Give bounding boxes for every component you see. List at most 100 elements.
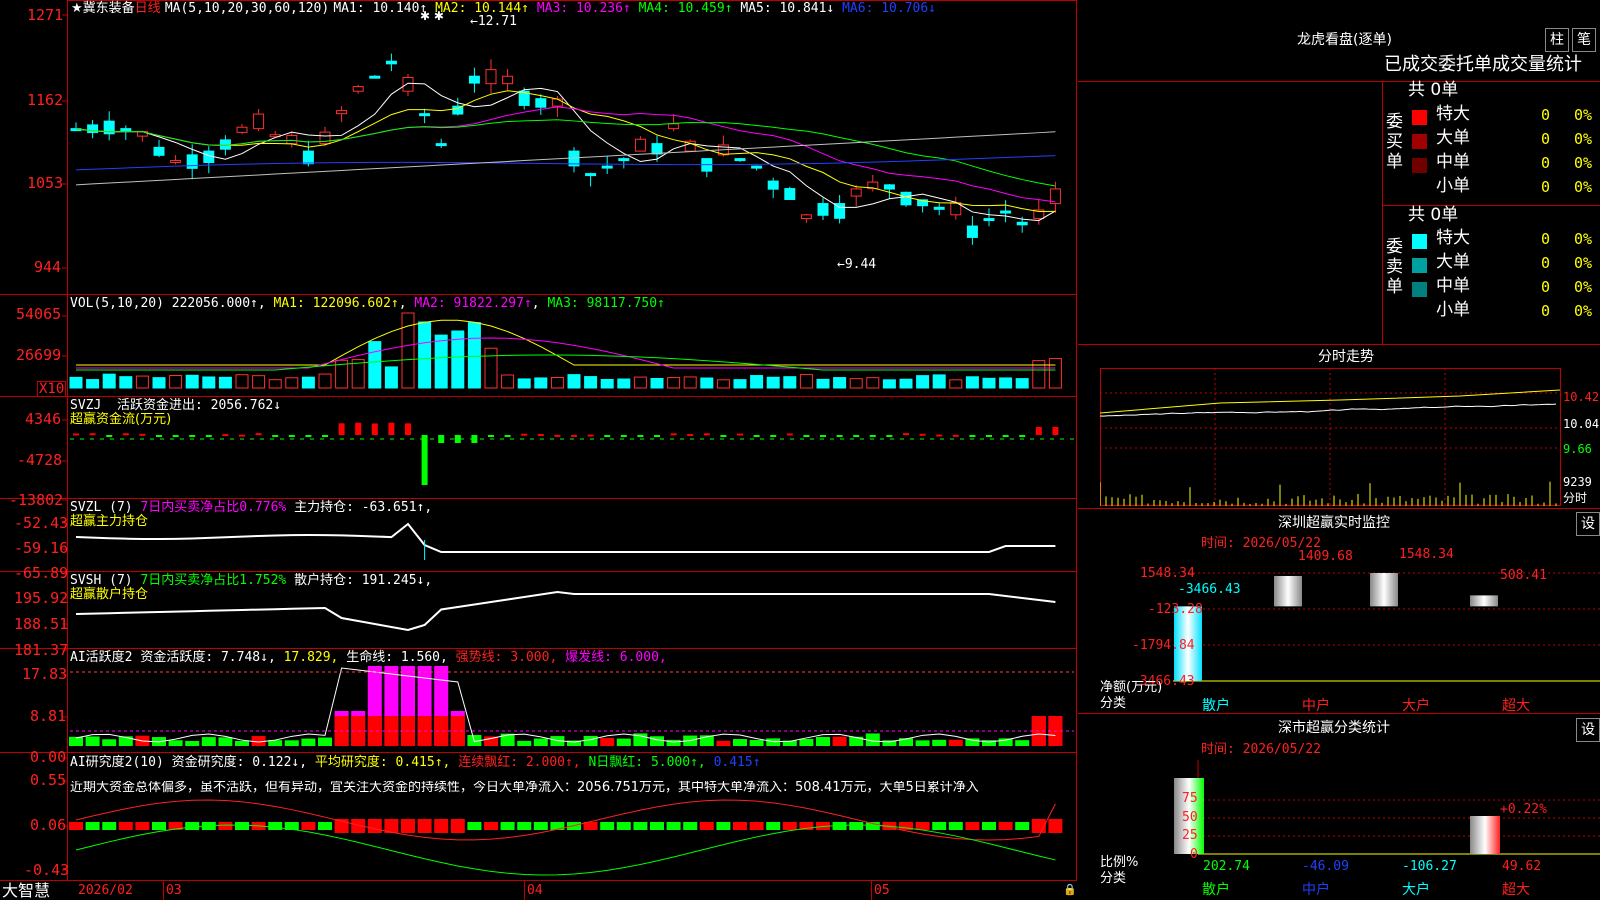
candle[interactable] [634, 136, 646, 152]
volume-bar [899, 378, 913, 389]
candle[interactable] [419, 108, 431, 124]
candle[interactable] [103, 111, 115, 141]
candle[interactable] [817, 198, 829, 220]
candle[interactable] [336, 106, 348, 123]
candle[interactable] [618, 157, 630, 169]
research-bar [616, 822, 631, 830]
intraday-price-line [1100, 403, 1557, 417]
candle[interactable] [352, 85, 364, 94]
candle[interactable] [751, 165, 763, 171]
svzj-bar [338, 423, 345, 435]
research-bar [301, 822, 316, 830]
candle[interactable] [668, 114, 680, 132]
buy-row-pct: 0% [1574, 106, 1593, 124]
research-bar [102, 822, 117, 830]
active-bar [318, 737, 332, 746]
sz-class-category: 中户 [1302, 882, 1330, 898]
candle[interactable] [485, 59, 497, 94]
candle[interactable] [701, 158, 713, 178]
research-bar [666, 822, 681, 830]
candle[interactable] [286, 131, 298, 148]
y-tick-svzj-3: -13802 [9, 491, 64, 509]
period-label[interactable]: 日线 [135, 1, 161, 16]
candle[interactable] [468, 67, 480, 93]
candle[interactable] [800, 213, 812, 224]
candle[interactable] [236, 124, 248, 135]
vol-ma-line [76, 337, 1056, 369]
research-line [75, 824, 1056, 876]
candle[interactable] [684, 139, 696, 152]
svzj-bar [189, 435, 196, 437]
buy-row-label: 大单 [1436, 128, 1470, 148]
svzj-bar [139, 433, 146, 436]
candle[interactable] [502, 69, 514, 90]
lock-icon[interactable]: 🔒 [1063, 884, 1077, 895]
candle[interactable] [535, 94, 547, 115]
candle[interactable] [850, 185, 862, 207]
research-bar [517, 822, 532, 830]
ai-active-bars [69, 666, 1063, 746]
volume-bar [86, 379, 100, 389]
candle[interactable] [585, 172, 597, 187]
candle[interactable] [203, 146, 215, 174]
candle[interactable] [767, 177, 779, 199]
svzj-bar [1035, 427, 1042, 435]
candle[interactable] [253, 109, 265, 132]
candle[interactable] [568, 147, 580, 173]
svzj-bar [122, 433, 129, 436]
research-bar [849, 822, 864, 830]
candle[interactable] [120, 125, 132, 141]
research-bar [118, 822, 133, 830]
tick-mode-button[interactable]: 笔 [1572, 28, 1596, 52]
candle[interactable] [153, 139, 165, 158]
candle[interactable] [435, 138, 447, 149]
candle[interactable] [834, 195, 846, 224]
candle[interactable] [950, 196, 962, 220]
volume-bar [982, 377, 996, 389]
ma-line-4 [75, 119, 1056, 187]
volume-bar [750, 375, 764, 389]
research-bar [533, 822, 548, 830]
research-bar [185, 822, 200, 830]
svzj-bar [836, 435, 843, 437]
sell-row-pct: 0% [1574, 302, 1593, 320]
research-bar [218, 822, 233, 830]
low-price-label: ←9.44 [837, 257, 877, 272]
candle[interactable] [983, 208, 995, 227]
candle[interactable] [784, 186, 796, 200]
y-tick-active-3: 0.00 [30, 748, 67, 766]
volume-bar [550, 376, 564, 389]
sz-monitor-ylabel: 净额(万元) [1100, 680, 1163, 695]
volume-bar [534, 377, 548, 389]
star-icon[interactable]: ★ [71, 1, 83, 16]
intraday-chart[interactable] [1100, 368, 1600, 506]
sz-class-settings-button[interactable]: 设 [1576, 718, 1600, 742]
y-tick-svsh-1: 195.92 [14, 589, 69, 607]
candle[interactable] [900, 191, 912, 207]
sz-class-ytick-1: 75 [1182, 791, 1198, 806]
candle[interactable] [385, 53, 397, 72]
volume-bar [484, 347, 498, 389]
candle[interactable] [734, 158, 746, 162]
sell-total: 共 0单 [1408, 205, 1459, 225]
candle[interactable] [369, 75, 381, 79]
candle[interactable] [933, 203, 945, 216]
candle[interactable] [170, 155, 182, 165]
y-tick-research-3: -0.43 [24, 861, 70, 879]
candle[interactable] [651, 135, 663, 162]
candle[interactable] [1000, 200, 1012, 223]
sz-monitor-settings-button[interactable]: 设 [1576, 512, 1600, 536]
sz-class-chart [1174, 760, 1600, 855]
research-bar [417, 819, 432, 833]
candle[interactable] [87, 119, 99, 139]
candle[interactable] [966, 215, 978, 245]
candle[interactable] [601, 156, 613, 175]
buy-row-label: 小单 [1436, 176, 1470, 196]
research-avg-line [75, 799, 1056, 841]
svzj-bar [670, 433, 677, 436]
y-tick-active-1: 17.83 [22, 665, 68, 683]
bar-mode-button[interactable]: 柱 [1545, 28, 1569, 52]
sz-class-xlabel: 分类 [1100, 871, 1127, 886]
candle[interactable] [1049, 181, 1061, 213]
research-bar [932, 822, 947, 830]
